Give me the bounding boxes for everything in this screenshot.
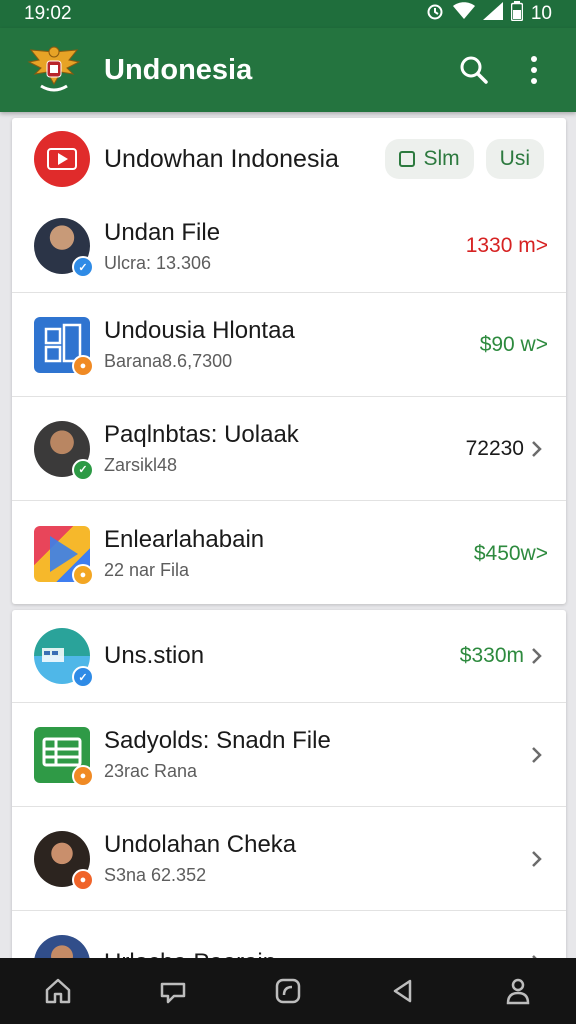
files-card: Undowhan Indonesia Slm Usi ✓ Undan File … <box>12 118 566 604</box>
chevron-right-icon <box>526 848 548 870</box>
garuda-emblem-icon <box>24 43 84 97</box>
app-tile-icon: ● <box>34 316 94 377</box>
profile-icon <box>507 978 530 1005</box>
list-item[interactable]: ✓ Undan File Ulcra: 13.306 1330 m> <box>12 200 566 292</box>
orange-badge-icon: ● <box>72 868 94 891</box>
nav-cast-button[interactable] <box>149 967 197 1015</box>
list-item[interactable]: ● Undousia Hlontaa Barana8.6,7300 $90 w> <box>12 292 566 396</box>
navigation-bar <box>0 958 576 1024</box>
avatar: ✓ <box>34 420 94 481</box>
station-icon: ✓ <box>34 628 94 688</box>
item-subtitle: Zarsikl48 <box>104 455 178 475</box>
nav-back-button[interactable] <box>379 967 427 1015</box>
chevron-right-icon <box>526 645 548 667</box>
search-icon <box>460 56 488 84</box>
refresh-icon <box>275 978 301 1004</box>
header-title: Undowhan Indonesia <box>104 144 339 173</box>
item-subtitle: S3na 62.352 <box>104 865 207 885</box>
battery-label: 10 <box>530 3 552 24</box>
item-title: Enlearlahabain <box>104 526 265 553</box>
item-subtitle: 22 nar Fila <box>104 560 190 580</box>
status-icons: 10 <box>425 1 552 27</box>
nav-home-button[interactable] <box>34 967 82 1015</box>
twitter-badge-icon: ✓ <box>72 256 94 278</box>
list-item[interactable]: ● Undolahan Cheka S3na 62.352 <box>12 806 566 910</box>
chip-slm[interactable]: Slm <box>385 139 474 179</box>
sheets-icon: ● <box>34 726 94 787</box>
avatar: ✓ <box>34 218 94 278</box>
chip-label: Slm <box>423 147 460 170</box>
item-subtitle: Barana8.6,7300 <box>104 351 233 371</box>
youtube-icon <box>34 131 90 187</box>
orange-badge-icon: ● <box>72 764 94 787</box>
twitter-badge-icon: ✓ <box>72 666 94 688</box>
orange-badge-icon: ● <box>72 354 94 377</box>
check-badge-icon: ✓ <box>72 458 94 481</box>
chip-usi[interactable]: Usi <box>485 139 544 179</box>
item-subtitle: Ulcra: 13.306 <box>104 252 212 273</box>
status-bar: 19:02 10 <box>0 0 576 28</box>
item-title: Uns.stion <box>104 642 205 669</box>
item-title: Sadyolds: Snadn File <box>104 727 331 754</box>
home-icon <box>45 978 70 1004</box>
chevron-right-icon <box>526 438 548 460</box>
list-item[interactable]: ✓ Uns.stion $330m <box>12 610 566 702</box>
orange-badge-icon: ● <box>72 563 94 586</box>
card-header: Undowhan Indonesia Slm Usi <box>12 118 566 200</box>
wifi-icon <box>452 2 475 26</box>
app-bar: Undonesia <box>0 28 576 112</box>
app-title: Undonesia <box>104 53 253 86</box>
cast-icon <box>160 982 186 1004</box>
square-icon <box>399 151 416 167</box>
item-title: Undan File <box>104 218 221 246</box>
item-title: Paqlnbtas: Uolaak <box>104 421 299 448</box>
item-title: Undousia Hlontaa <box>104 317 295 344</box>
search-button[interactable] <box>452 48 496 92</box>
chip-label: Usi <box>499 147 530 170</box>
item-amount: $450w> <box>473 541 548 565</box>
item-title: Undolahan Cheka <box>104 831 297 858</box>
item-amount: 72230 <box>465 436 524 460</box>
alarm-icon <box>425 1 445 27</box>
files-card-secondary: ✓ Uns.stion $330m ● Sadyolds: Snadn File… <box>12 610 566 970</box>
list-item[interactable]: ● Enlearlahabain 22 nar Fila $450w> <box>12 500 566 604</box>
play-store-icon: ● <box>34 525 94 586</box>
item-amount: 1330 m> <box>465 234 548 257</box>
more-options-button[interactable] <box>512 48 556 92</box>
nav-profile-button[interactable] <box>494 967 542 1015</box>
nav-refresh-button[interactable] <box>264 967 312 1015</box>
item-amount: $330m <box>459 644 524 667</box>
item-amount: $90 w> <box>479 332 548 356</box>
signal-icon <box>482 2 503 26</box>
avatar: ● <box>34 830 94 891</box>
more-vert-icon <box>531 56 537 84</box>
list-item[interactable]: ✓ Paqlnbtas: Uolaak Zarsikl48 72230 <box>12 396 566 500</box>
back-icon <box>393 979 412 1003</box>
item-subtitle: 23rac Rana <box>104 761 198 781</box>
list-item[interactable]: ● Sadyolds: Snadn File 23rac Rana <box>12 702 566 806</box>
chevron-right-icon <box>526 744 548 766</box>
battery-icon <box>510 1 524 27</box>
status-time: 19:02 <box>24 3 72 24</box>
